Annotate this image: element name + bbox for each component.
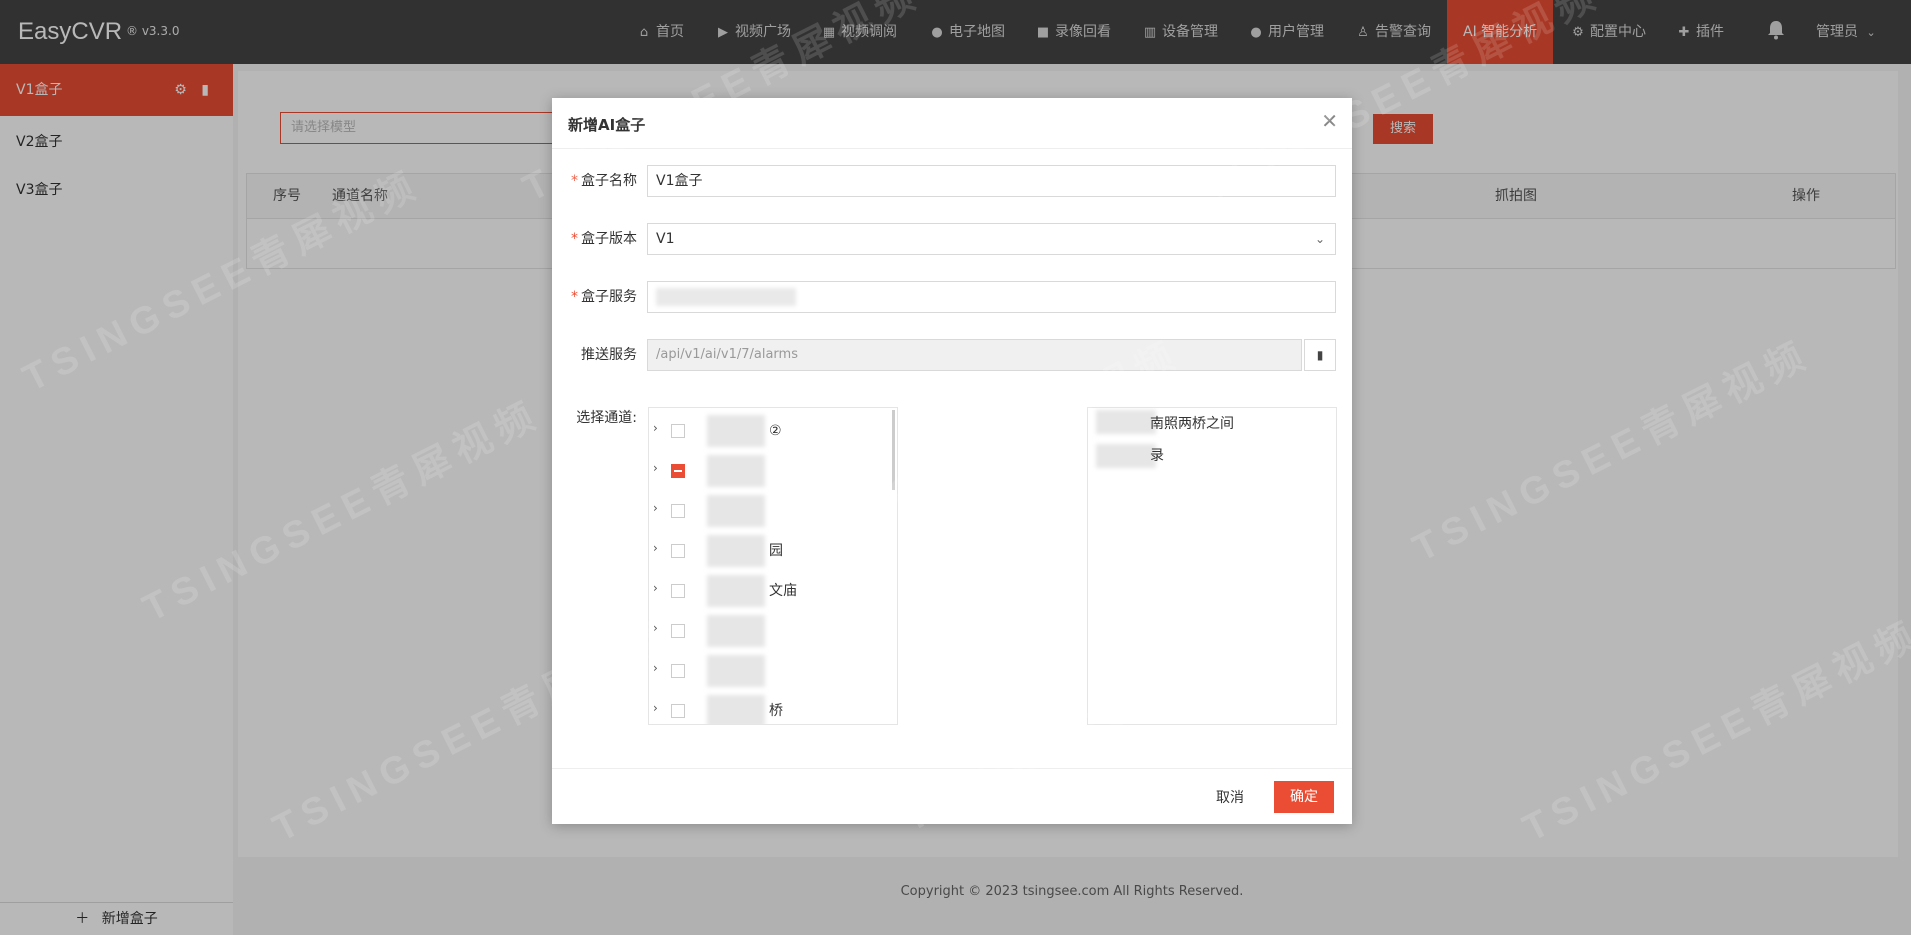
chevron-right-icon[interactable]: › [653, 461, 658, 475]
tree-checkbox[interactable] [671, 584, 685, 598]
channel-tree[interactable]: › ② › › › 园 › 文庙 › › › 桥 [648, 407, 898, 725]
chevron-right-icon[interactable]: › [653, 501, 658, 515]
redacted-value [1096, 410, 1156, 434]
redacted-value [707, 415, 765, 447]
tree-node[interactable]: › ② [649, 411, 889, 451]
tree-node[interactable]: › [649, 451, 889, 491]
tree-checkbox[interactable] [671, 704, 685, 718]
push-service-input: /api/v1/ai/v1/7/alarms [647, 339, 1302, 371]
tree-node[interactable]: › 园 [649, 531, 889, 571]
channel-select-label: 选择通道: [576, 410, 637, 426]
redacted-value [707, 455, 765, 487]
box-name-input[interactable]: V1盒子 [647, 165, 1336, 197]
chevron-right-icon[interactable]: › [653, 701, 658, 715]
redacted-value [707, 575, 765, 607]
dialog-header: 新增AI盒子 ✕ [552, 98, 1352, 149]
tree-checkbox[interactable] [671, 424, 685, 438]
tree-node[interactable]: › [649, 651, 889, 691]
redacted-value [707, 655, 765, 687]
redacted-value [707, 695, 765, 724]
chevron-right-icon[interactable]: › [653, 541, 658, 555]
confirm-button[interactable]: 确定 [1274, 781, 1334, 813]
dialog-title: 新增AI盒子 [568, 116, 646, 134]
tree-node[interactable]: › 桥 [649, 691, 889, 724]
tree-checkbox[interactable] [671, 664, 685, 678]
redacted-value [707, 615, 765, 647]
close-icon[interactable]: ✕ [1321, 111, 1338, 131]
copy-icon[interactable]: ▮ [1304, 339, 1336, 371]
tree-node[interactable]: › [649, 491, 889, 531]
chevron-right-icon[interactable]: › [653, 621, 658, 635]
redacted-value [1096, 444, 1156, 468]
selected-channel[interactable]: 录 [1150, 440, 1164, 472]
tree-checkbox[interactable] [671, 624, 685, 638]
tree-checkbox-partial[interactable] [671, 464, 685, 478]
cancel-button[interactable]: 取消 [1200, 783, 1260, 813]
box-name-label: * 盒子名称 [571, 173, 637, 189]
box-version-select[interactable]: V1 ⌄ [647, 223, 1336, 255]
add-box-dialog: 新增AI盒子 ✕ * 盒子名称 V1盒子 * 盒子版本 V1 ⌄ * 盒子服务 推送服… [552, 98, 1352, 824]
tree-scrollbar[interactable] [892, 410, 895, 490]
redacted-value [707, 495, 765, 527]
required-mark: * [571, 231, 578, 247]
redacted-value [707, 535, 765, 567]
selected-channel-list: 南照两桥之间 录 [1087, 407, 1337, 725]
tree-node[interactable]: › [649, 611, 889, 651]
tree-checkbox[interactable] [671, 544, 685, 558]
box-service-input[interactable] [647, 281, 1336, 313]
chevron-right-icon[interactable]: › [653, 661, 658, 675]
chevron-right-icon[interactable]: › [653, 581, 658, 595]
box-version-label: * 盒子版本 [571, 231, 637, 247]
tree-node[interactable]: › 文庙 [649, 571, 889, 611]
chevron-right-icon[interactable]: › [653, 421, 658, 435]
tree-checkbox[interactable] [671, 504, 685, 518]
required-mark: * [571, 173, 578, 189]
push-service-label: 推送服务 [581, 347, 637, 363]
selected-channel[interactable]: 南照两桥之间 [1150, 408, 1234, 440]
chevron-down-icon: ⌄ [1314, 232, 1325, 246]
redacted-value [656, 288, 796, 306]
required-mark: * [571, 289, 578, 305]
box-service-label: * 盒子服务 [571, 289, 637, 305]
dialog-footer: 取消 确定 [552, 768, 1352, 825]
